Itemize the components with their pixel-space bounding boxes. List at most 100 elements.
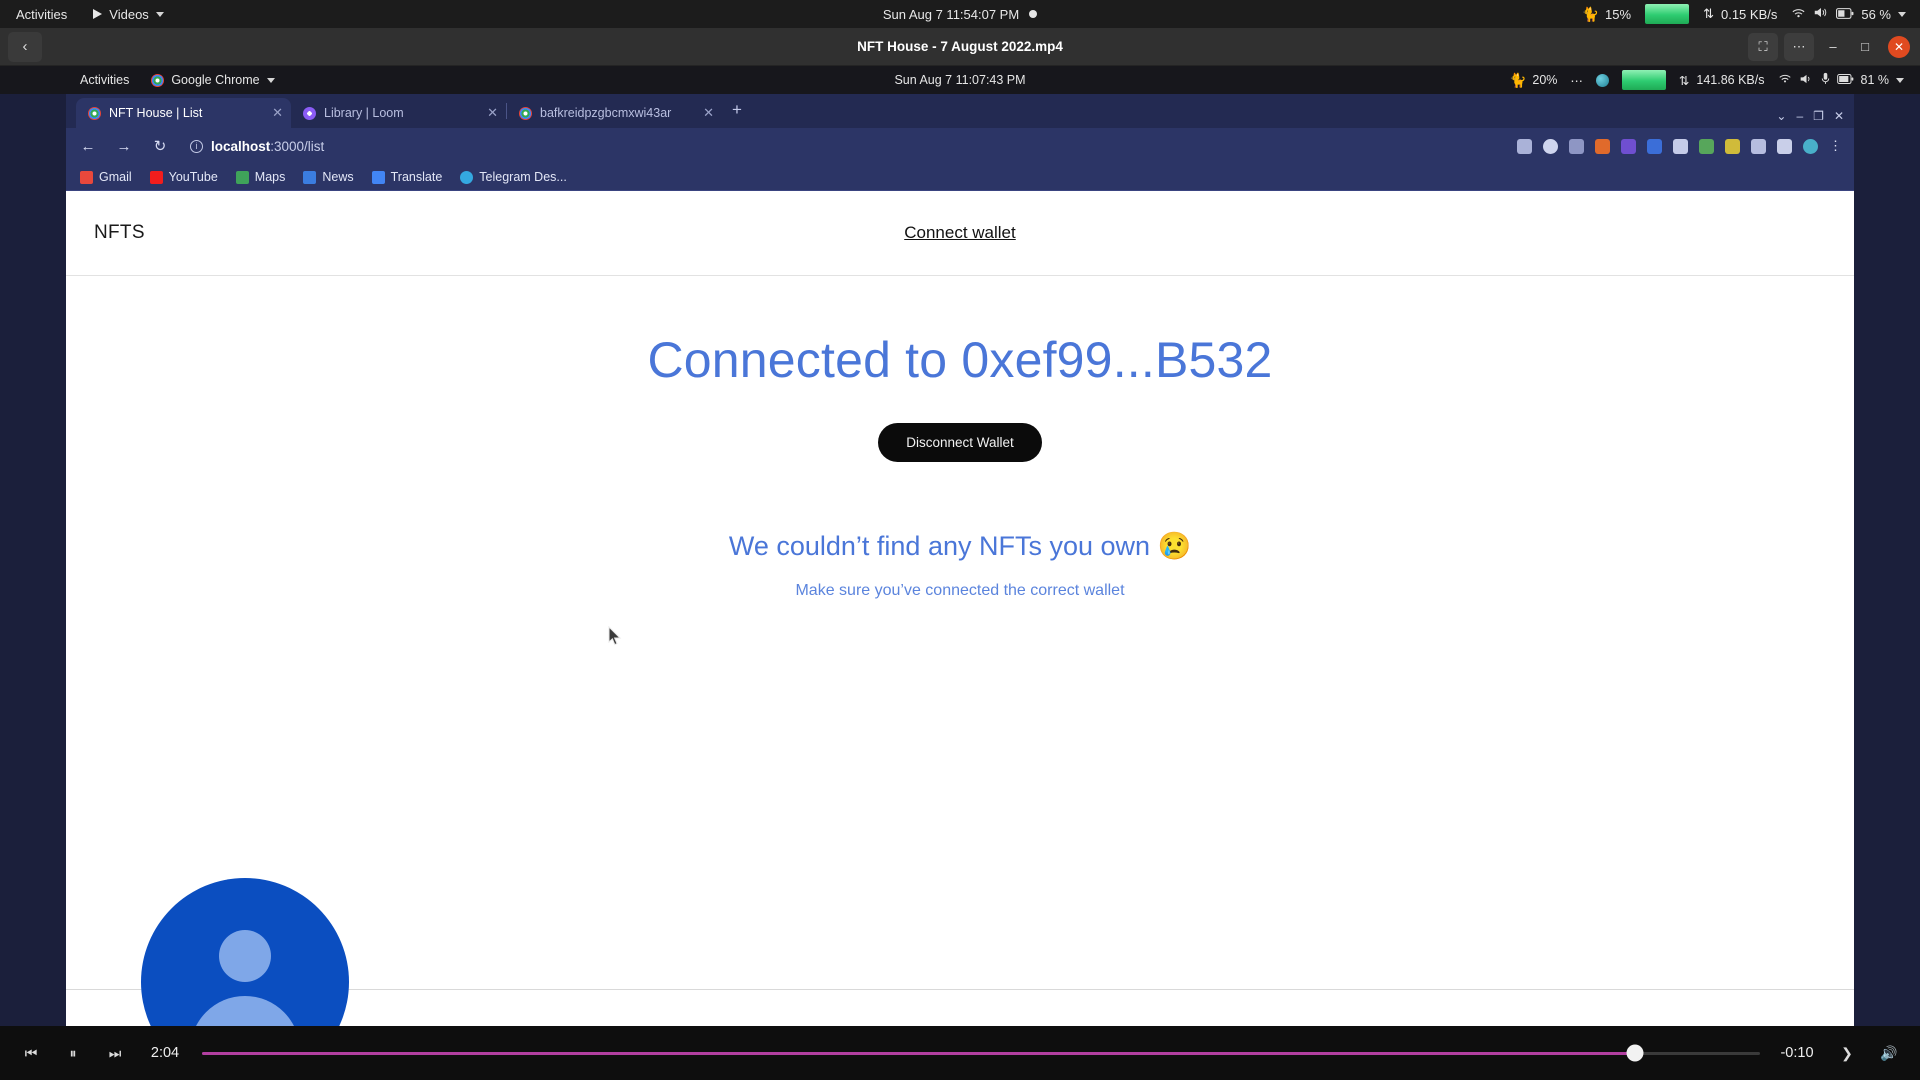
bookmark-news[interactable]: News xyxy=(303,170,354,184)
fullscreen-button[interactable]: ⛶ xyxy=(1748,32,1778,61)
video-window-titlebar: ‹ NFT House - 7 August 2022.mp4 ⛶ ⋯ – □ … xyxy=(0,28,1920,66)
recording-dot-icon xyxy=(1029,10,1038,18)
forward-icon[interactable]: → xyxy=(114,138,134,155)
mouse-cursor xyxy=(608,625,622,646)
profile-avatar-icon[interactable] xyxy=(1803,138,1818,154)
browser-tab-bafkrei[interactable]: bafkreidpzgbcmxwi43ar ✕ xyxy=(507,98,722,128)
cpu-percent-label: 15% xyxy=(1605,6,1632,22)
previous-button[interactable]: ⏮ xyxy=(18,1040,44,1066)
extension-orange-icon[interactable] xyxy=(1595,138,1610,154)
recorded-battery-label: 81 % xyxy=(1860,73,1890,87)
avatar-head-icon xyxy=(219,930,271,982)
url-host: localhost xyxy=(211,138,271,154)
new-tab-button[interactable]: + xyxy=(722,100,752,123)
avatar xyxy=(141,878,349,1026)
avatar-body-icon xyxy=(190,996,300,1026)
chevron-down-icon xyxy=(1896,77,1904,83)
video-title: NFT House - 7 August 2022.mp4 xyxy=(857,39,1063,54)
chevron-down-icon[interactable]: ⌄ xyxy=(1776,109,1786,123)
network-speed-indicator[interactable]: ⇅ 0.15 KB/s xyxy=(1703,6,1777,22)
bookmarks-bar: Gmail YouTube Maps News Translate Telegr… xyxy=(66,164,1854,191)
bookmark-gmail[interactable]: Gmail xyxy=(80,170,132,184)
person-icon[interactable] xyxy=(1569,138,1584,154)
window-minimize-button[interactable]: – xyxy=(1796,109,1803,123)
minimize-button[interactable]: – xyxy=(1820,33,1846,61)
tab-title: Library | Loom xyxy=(324,106,404,120)
browser-tab-library-loom[interactable]: Library | Loom ✕ xyxy=(291,98,506,128)
menu-button[interactable]: ⋯ xyxy=(1784,32,1814,61)
gmail-icon xyxy=(80,170,93,184)
address-bar[interactable]: i localhost:3000/list xyxy=(186,133,1501,159)
kebab-menu-icon[interactable]: ⋮ xyxy=(1829,138,1842,154)
back-button[interactable]: ‹ xyxy=(8,31,42,62)
wifi-icon xyxy=(1778,73,1792,87)
close-icon[interactable]: ✕ xyxy=(272,105,283,121)
site-info-icon[interactable]: i xyxy=(190,139,203,153)
bookmark-youtube[interactable]: YouTube xyxy=(149,170,218,184)
bookmark-telegram[interactable]: Telegram Des... xyxy=(460,170,567,184)
web-page: NFTS Connect wallet Connected to 0xef99.… xyxy=(66,191,1854,1026)
url-path: :3000/list xyxy=(270,138,325,154)
close-button[interactable]: ✕ xyxy=(1888,35,1910,58)
seek-bar[interactable] xyxy=(202,1042,1760,1064)
bookmark-translate[interactable]: Translate xyxy=(371,170,442,184)
volume-button[interactable]: 🔊 xyxy=(1876,1040,1902,1066)
browser-toolbar: ← → ↻ i localhost:3000/list ⋮ xyxy=(66,128,1854,164)
skip-forward-button[interactable]: ❯ xyxy=(1834,1040,1860,1066)
download-icon[interactable] xyxy=(1699,138,1714,154)
extension-purple-icon[interactable] xyxy=(1621,138,1636,154)
network-transfer-icon: ⇅ xyxy=(1678,73,1690,88)
sidepanel-icon[interactable] xyxy=(1777,138,1792,154)
elapsed-time-label: 2:04 xyxy=(150,1045,180,1061)
youtube-icon xyxy=(149,170,163,184)
chevron-down-icon xyxy=(1898,11,1906,17)
empty-state-title: We couldn’t find any NFTs you own 😢 xyxy=(728,531,1192,561)
close-icon[interactable]: ✕ xyxy=(703,105,714,121)
close-icon[interactable]: ✕ xyxy=(487,105,498,121)
seek-thumb[interactable] xyxy=(1626,1044,1644,1062)
recorded-cpu-label: 20% xyxy=(1532,73,1558,87)
video-player-controls: ⏮ ⏸ ⏭ 2:04 -0:10 ❯ 🔊 xyxy=(0,1026,1920,1080)
video-viewport[interactable]: Activities Google Chrome Sun Aug 7 11:07… xyxy=(0,66,1920,1026)
tab-title: bafkreidpzgbcmxwi43ar xyxy=(540,106,672,120)
chrome-icon xyxy=(151,73,165,87)
translate-icon xyxy=(371,170,385,184)
maximize-button[interactable]: □ xyxy=(1852,33,1878,61)
battery-icon xyxy=(1836,7,1854,22)
connect-wallet-link[interactable]: Connect wallet xyxy=(66,223,1854,243)
loom-favicon-icon xyxy=(303,106,316,120)
bookmark-maps[interactable]: Maps xyxy=(235,170,285,184)
extension-green-icon[interactable] xyxy=(1725,138,1740,154)
app-menu-videos[interactable]: Videos xyxy=(93,7,164,22)
browser-tab-nft-house[interactable]: NFT House | List ✕ xyxy=(76,98,291,128)
volume-icon xyxy=(1813,6,1829,22)
disconnect-wallet-button[interactable]: Disconnect Wallet xyxy=(878,423,1042,462)
extension-blue-icon[interactable] xyxy=(1647,138,1662,154)
empty-state-subtitle: Make sure you’ve connected the correct w… xyxy=(795,582,1125,599)
pause-button[interactable]: ⏸ xyxy=(60,1040,86,1066)
reload-icon[interactable]: ↻ xyxy=(150,137,170,155)
toolbar-icons: ⋮ xyxy=(1517,138,1842,154)
puzzle-icon[interactable] xyxy=(1751,138,1766,154)
back-icon[interactable]: ← xyxy=(78,138,98,155)
chrome-favicon-icon xyxy=(88,106,101,120)
globe-icon xyxy=(1595,73,1609,87)
activities-button[interactable]: Activities xyxy=(16,7,67,22)
bookmark-star-icon[interactable] xyxy=(1543,138,1558,154)
window-close-button[interactable]: ✕ xyxy=(1834,109,1844,123)
share-icon[interactable] xyxy=(1517,138,1532,154)
window-maximize-button[interactable]: ❐ xyxy=(1813,109,1824,123)
system-status-menu[interactable]: 56 % xyxy=(1791,6,1906,22)
volume-icon xyxy=(1799,73,1814,88)
seek-track[interactable] xyxy=(202,1044,1760,1062)
tab-title: NFT House | List xyxy=(109,106,203,120)
next-button[interactable]: ⏭ xyxy=(102,1040,128,1066)
recorded-runcat-indicator: 🐈 20% xyxy=(1509,72,1557,89)
recorded-activities-label: Activities xyxy=(80,73,130,87)
chrome-window: NFT House | List ✕ Library | Loom ✕ bafk… xyxy=(66,94,1854,1026)
extension-grid-icon[interactable] xyxy=(1673,138,1688,154)
seek-progress-fill xyxy=(202,1051,1636,1055)
runcat-indicator[interactable]: 🐈 15% xyxy=(1582,6,1631,23)
gnome-top-bar: Activities Videos Sun Aug 7 11:54:07 PM … xyxy=(0,0,1920,28)
recorded-desktop: Activities Google Chrome Sun Aug 7 11:07… xyxy=(0,66,1920,1026)
